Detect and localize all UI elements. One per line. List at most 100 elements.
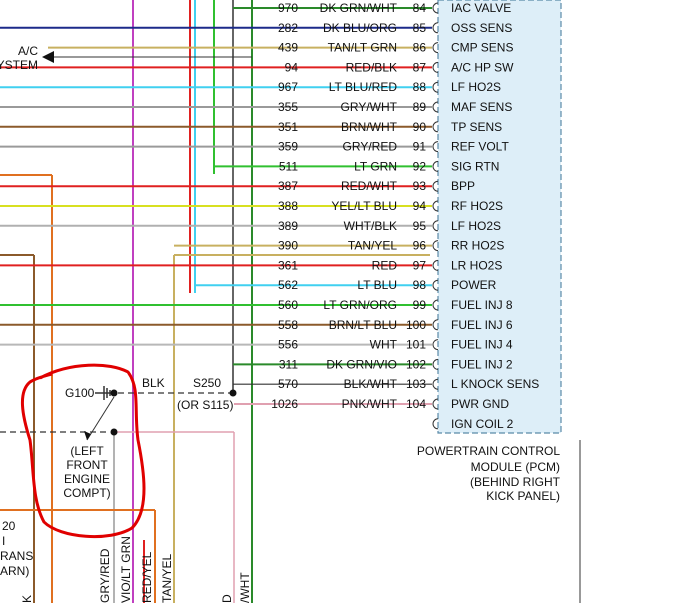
connector-tab bbox=[432, 101, 439, 113]
pin-number: 84 bbox=[413, 1, 427, 15]
connector-tab bbox=[432, 180, 439, 192]
connector-tab bbox=[432, 358, 439, 370]
pin-number: 86 bbox=[413, 41, 427, 55]
wire-color: DK GRN/VIO bbox=[326, 357, 397, 371]
ground-note-3: ENGINE bbox=[64, 472, 110, 486]
pcm-pin-signal: TP SENS bbox=[451, 120, 502, 134]
pin-number: 92 bbox=[413, 159, 427, 173]
wire-color: RED/BLK bbox=[346, 60, 397, 74]
pcm-pin-signal: LR HO2S bbox=[451, 258, 502, 272]
circuit-number: 562 bbox=[278, 278, 298, 292]
vlabel-gryred: GRY/RED bbox=[98, 548, 112, 603]
circuit-number: 389 bbox=[278, 219, 298, 233]
wire-color: BLK/WHT bbox=[344, 377, 398, 391]
pcm-pin-signal: FUEL INJ 2 bbox=[451, 357, 513, 371]
pin-number: 99 bbox=[413, 298, 427, 312]
circuit-number: 387 bbox=[278, 179, 298, 193]
pin-number: 95 bbox=[413, 219, 427, 233]
connector-tab bbox=[432, 279, 439, 291]
vlabel-wht: /WHT bbox=[238, 572, 252, 603]
wire-color: LT GRN/ORG bbox=[323, 298, 397, 312]
pin-number: 103 bbox=[406, 377, 426, 391]
pin-number: 98 bbox=[413, 278, 427, 292]
connector-tab bbox=[432, 200, 439, 212]
s250-dot bbox=[229, 389, 237, 397]
note-arrow-icon bbox=[84, 431, 91, 440]
vlabel-k: K bbox=[20, 595, 34, 603]
connector-tab bbox=[432, 22, 439, 34]
wire-color: DK BLU/ORG bbox=[323, 21, 397, 35]
pcm-pin-signal: LF HO2S bbox=[451, 80, 501, 94]
pcm-pin-signal: LF HO2S bbox=[451, 219, 501, 233]
circuit-number: 311 bbox=[279, 357, 298, 371]
ac-label: A/C bbox=[18, 44, 38, 58]
circuit-number: 94 bbox=[285, 60, 299, 74]
g100-dot bbox=[110, 389, 118, 397]
pcm-pin-signal: FUEL INJ 4 bbox=[451, 338, 513, 352]
g100-label: G100 bbox=[65, 386, 95, 400]
wire-color: DK GRN/WHT bbox=[320, 1, 398, 15]
connector-tab bbox=[432, 418, 439, 430]
pin-number: 104 bbox=[406, 397, 426, 411]
wire-rows: 970 DK GRN/WHT 84 282 DK BLU/ORG 85 439 TAN/LT … bbox=[0, 1, 432, 411]
circuit-number: 388 bbox=[278, 199, 298, 213]
pin-number: 89 bbox=[413, 100, 427, 114]
circuit-number: 439 bbox=[278, 41, 298, 55]
pcm-pin-signal: POWER bbox=[451, 278, 497, 292]
wire-color: BRN/WHT bbox=[341, 120, 398, 134]
connector-tab bbox=[432, 240, 439, 252]
pcm-pin-signal: IGN COIL 2 bbox=[451, 417, 514, 431]
pcm-pin-signal: RR HO2S bbox=[451, 239, 504, 253]
ground-note-1: (LEFT bbox=[70, 444, 104, 458]
or-s115-label: (OR S115) bbox=[177, 398, 233, 412]
bottom-left-3: RANS bbox=[0, 549, 33, 563]
wire-color: RED/WHT bbox=[341, 179, 398, 193]
pcm-caption-2: MODULE (PCM) bbox=[471, 460, 560, 474]
connector-tab bbox=[432, 319, 439, 331]
connector-tab bbox=[432, 42, 439, 54]
pin-number: 94 bbox=[413, 199, 427, 213]
connector-tab bbox=[432, 141, 439, 153]
circuit-number: 355 bbox=[278, 100, 298, 114]
connector-tab bbox=[432, 339, 439, 351]
connector-tab bbox=[432, 398, 439, 410]
wire-color: BRN/LT BLU bbox=[329, 318, 397, 332]
circuit-number: 560 bbox=[278, 298, 298, 312]
connector-tab bbox=[432, 121, 439, 133]
pin-number: 88 bbox=[413, 80, 427, 94]
ground-note-4: COMPT) bbox=[63, 486, 110, 500]
wire-color: PNK/WHT bbox=[342, 397, 398, 411]
note-leader bbox=[86, 396, 115, 441]
connector-tab bbox=[432, 160, 439, 172]
vlabel-violtgrn: VIO/LT GRN bbox=[119, 536, 133, 603]
wiring-diagram: 970 DK GRN/WHT 84 282 DK BLU/ORG 85 439 TAN/LT … bbox=[0, 0, 581, 603]
circuit-number: 390 bbox=[278, 239, 298, 253]
circuit-number: 511 bbox=[279, 159, 298, 173]
pcm-pin-signal: SIG RTN bbox=[451, 159, 499, 173]
system-label: YSTEM bbox=[0, 58, 38, 72]
pin-number: 87 bbox=[413, 60, 427, 74]
wire-color: TAN/LT GRN bbox=[328, 41, 397, 55]
pcm-caption-4: KICK PANEL) bbox=[486, 489, 560, 503]
arrow-left-icon bbox=[42, 51, 54, 63]
connector-tab bbox=[432, 61, 439, 73]
pin-number: 85 bbox=[413, 21, 427, 35]
s250-label: S250 bbox=[193, 376, 221, 390]
circuit-number: 967 bbox=[278, 80, 298, 94]
vlabel-d: D bbox=[220, 594, 234, 603]
pin-number: 101 bbox=[406, 338, 426, 352]
circuit-number: 570 bbox=[278, 377, 298, 391]
splice-dot bbox=[110, 428, 118, 436]
pin-number: 90 bbox=[413, 120, 427, 134]
blk-label: BLK bbox=[142, 376, 165, 390]
circuit-number: 1026 bbox=[271, 397, 298, 411]
circuit-number: 351 bbox=[278, 120, 298, 134]
circuit-number: 558 bbox=[278, 318, 298, 332]
circuit-number: 361 bbox=[278, 258, 298, 272]
wire-color: WHT bbox=[370, 338, 398, 352]
pin-number: 97 bbox=[413, 258, 427, 272]
bottom-left-4: ARN) bbox=[0, 564, 29, 578]
pcm-caption-3: (BEHIND RIGHT bbox=[470, 475, 561, 489]
connector-tab bbox=[432, 220, 439, 232]
wire-color: YEL/LT BLU bbox=[331, 199, 397, 213]
